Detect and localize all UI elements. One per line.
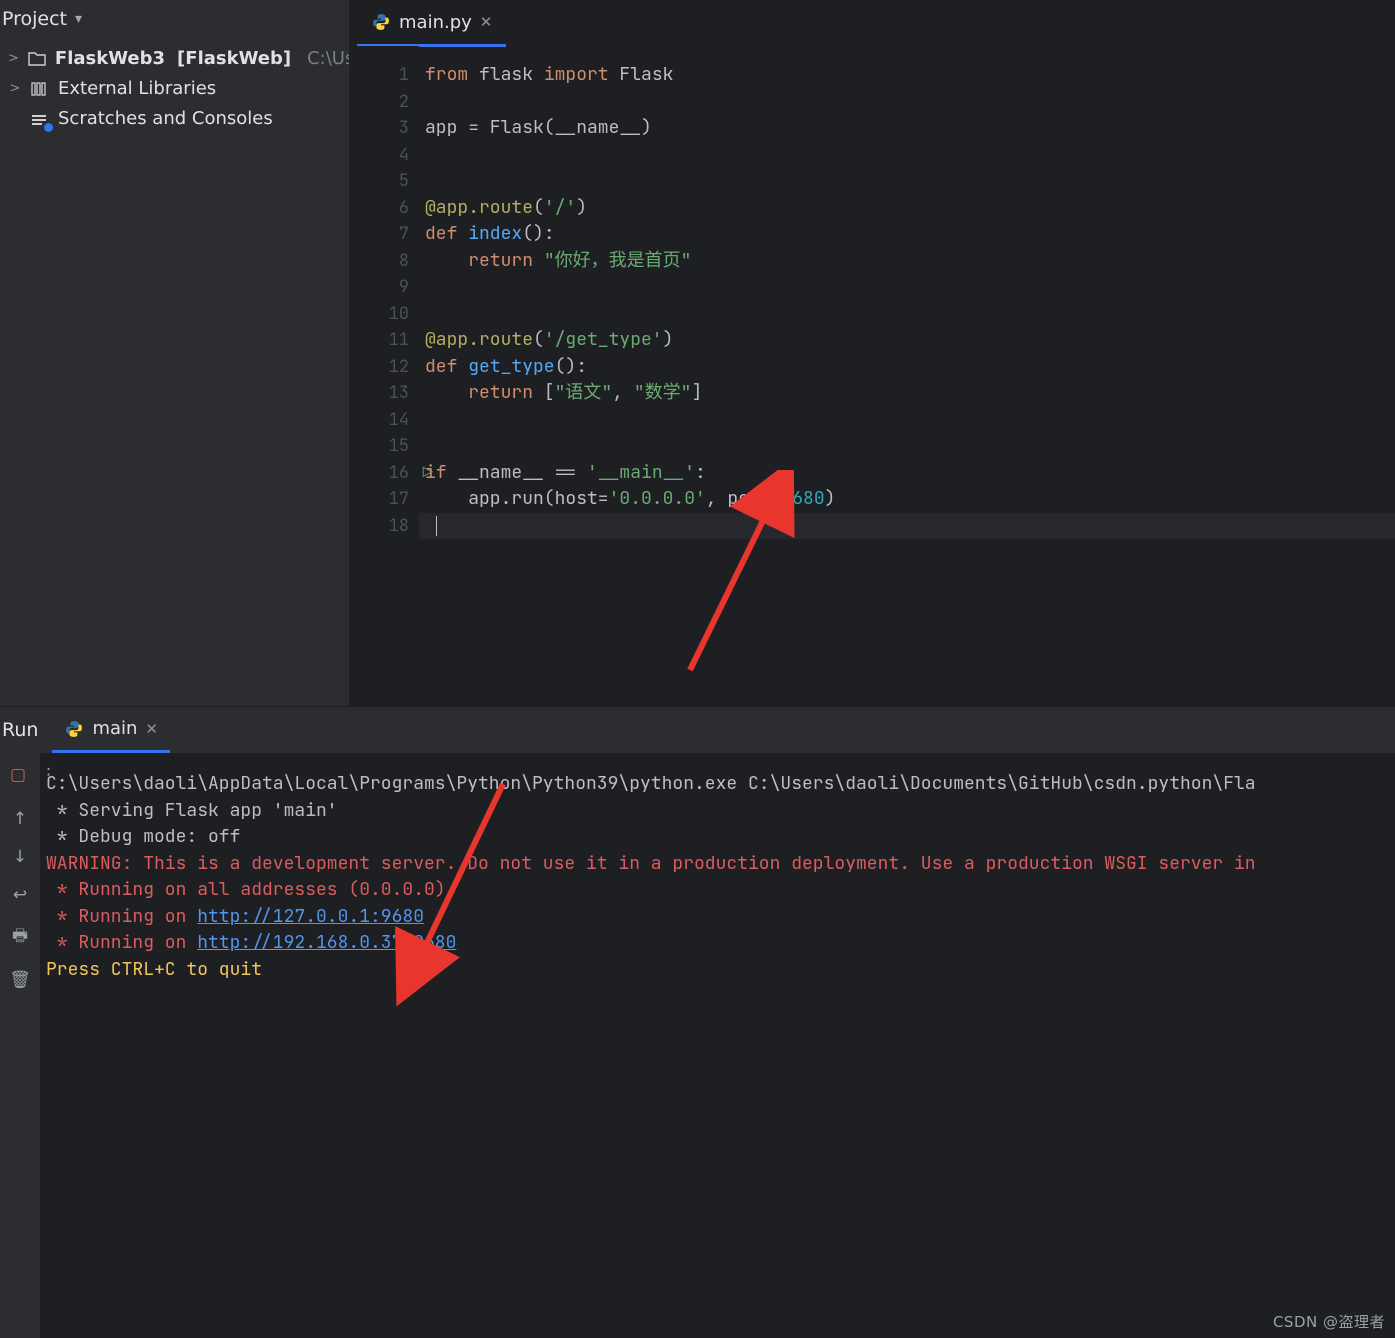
tree-item-suffix: [FlaskWeb] bbox=[177, 44, 291, 74]
tree-item-label: FlaskWeb3 bbox=[55, 44, 165, 74]
up-arrow-icon[interactable]: ↑ bbox=[13, 809, 27, 829]
tree-row-external-libraries[interactable]: > External Libraries bbox=[8, 74, 349, 104]
tree-row-root[interactable]: > FlaskWeb3 [FlaskWeb] C:\Users\daoli\l bbox=[8, 44, 349, 74]
library-icon bbox=[30, 79, 50, 99]
editor-tab-main-py[interactable]: main.py ✕ bbox=[357, 1, 506, 47]
run-tool-window: Run main ✕ ▷ ▢ ⋮ ↑ ↓ ↩ 🖶 🗑 C:\Users\daol… bbox=[0, 706, 1395, 1338]
close-icon[interactable]: ✕ bbox=[145, 720, 158, 738]
editor-tab-label: main.py bbox=[399, 12, 472, 33]
project-header[interactable]: Project ▾ bbox=[0, 0, 349, 38]
code-content[interactable]: from flask import Flask app = Flask(__na… bbox=[419, 46, 1395, 706]
editor-panel: main.py ✕ 12345678910111213141516▷1718 f… bbox=[349, 0, 1395, 706]
run-panel-title: Run bbox=[2, 719, 38, 741]
run-tab-main[interactable]: main ✕ bbox=[52, 707, 170, 753]
soft-wrap-icon[interactable]: ↩ bbox=[13, 885, 27, 905]
editor-gutter: 12345678910111213141516▷1718 bbox=[349, 46, 419, 706]
run-gutter-icon[interactable]: ▷ bbox=[423, 460, 433, 487]
tree-item-label: Scratches and Consoles bbox=[58, 104, 273, 134]
trash-icon[interactable]: 🗑 bbox=[9, 970, 31, 990]
run-toolbar: ▷ ▢ ⋮ ↑ ↓ ↩ 🖶 🗑 bbox=[0, 753, 40, 1338]
code-editor[interactable]: 12345678910111213141516▷1718 from flask … bbox=[349, 46, 1395, 706]
watermark-text: CSDN @盗理者 bbox=[1273, 1311, 1385, 1332]
folder-icon bbox=[27, 49, 47, 69]
stop-icon[interactable]: ▢ bbox=[10, 765, 26, 785]
tree-row-scratches[interactable]: Scratches and Consoles bbox=[8, 104, 349, 134]
expand-toggle[interactable]: > bbox=[8, 44, 19, 74]
project-title-label: Project bbox=[2, 8, 67, 30]
console-link[interactable]: http://127.0.0.1:9680 bbox=[197, 905, 424, 928]
tree-item-path: C:\Users\daoli\l bbox=[307, 44, 349, 74]
console-output[interactable]: C:\Users\daoli\AppData\Local\Programs\Py… bbox=[40, 753, 1395, 1338]
editor-tab-bar: main.py ✕ bbox=[349, 0, 1395, 46]
run-tab-label: main bbox=[92, 718, 137, 739]
close-icon[interactable]: ✕ bbox=[480, 13, 493, 31]
down-arrow-icon[interactable]: ↓ bbox=[13, 847, 27, 867]
python-file-icon bbox=[371, 12, 391, 32]
console-link[interactable]: http://192.168.0.37:9680 bbox=[197, 931, 456, 954]
tree-item-label: External Libraries bbox=[58, 74, 216, 104]
expand-toggle[interactable]: > bbox=[8, 74, 22, 104]
python-file-icon bbox=[64, 719, 84, 739]
project-tool-window: Project ▾ > FlaskWeb3 [FlaskWeb] C:\User… bbox=[0, 0, 349, 706]
print-icon[interactable]: 🖶 bbox=[12, 923, 28, 952]
project-tree: > FlaskWeb3 [FlaskWeb] C:\Users\daoli\l … bbox=[0, 38, 349, 134]
scratches-icon bbox=[30, 109, 50, 129]
chevron-down-icon: ▾ bbox=[75, 11, 82, 27]
